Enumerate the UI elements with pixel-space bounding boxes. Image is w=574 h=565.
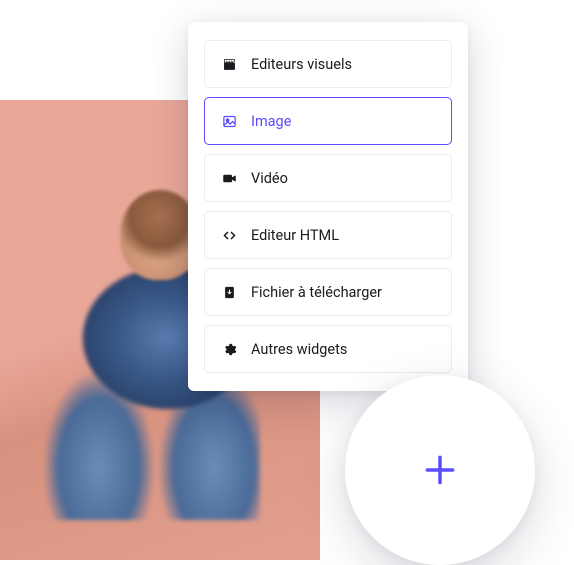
menu-option-video[interactable]: Vidéo (204, 154, 452, 202)
menu-option-label: Editeurs visuels (251, 56, 352, 73)
code-icon (221, 227, 237, 243)
video-icon (221, 170, 237, 186)
menu-option-editeurs-visuels[interactable]: Editeurs visuels (204, 40, 452, 88)
image-icon (221, 113, 237, 129)
gear-icon (221, 341, 237, 357)
menu-option-label: Autres widgets (251, 341, 347, 358)
insert-menu-panel: Editeurs visuels Image Vidéo Editeur HTM… (188, 22, 468, 391)
file-download-icon (221, 284, 237, 300)
add-button[interactable] (345, 375, 535, 565)
menu-option-label: Fichier à télécharger (251, 284, 382, 301)
menu-option-label: Vidéo (251, 170, 288, 187)
menu-option-editeur-html[interactable]: Editeur HTML (204, 211, 452, 259)
menu-option-fichier-telecharger[interactable]: Fichier à télécharger (204, 268, 452, 316)
menu-option-label: Editeur HTML (251, 227, 339, 244)
clapperboard-icon (221, 56, 237, 72)
menu-option-autres-widgets[interactable]: Autres widgets (204, 325, 452, 373)
menu-option-image[interactable]: Image (204, 97, 452, 145)
menu-option-label: Image (251, 113, 291, 130)
plus-icon (421, 451, 459, 489)
